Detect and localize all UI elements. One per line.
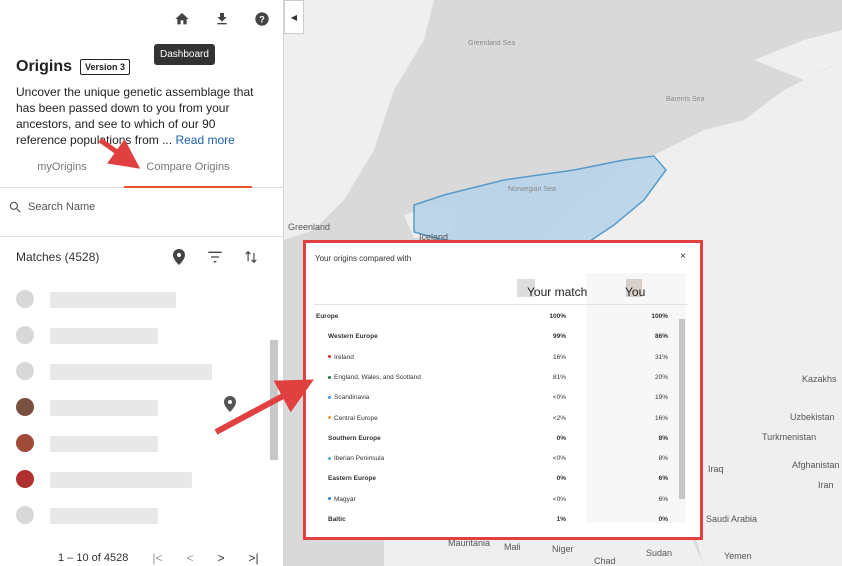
top-toolbar: ? bbox=[171, 8, 273, 30]
avatar bbox=[16, 290, 34, 308]
search-input[interactable]: Search Name bbox=[28, 201, 95, 213]
pagination: 1 – 10 of 4528 |< < > >| bbox=[58, 551, 259, 565]
avatar bbox=[16, 434, 34, 452]
highlight-frame bbox=[303, 240, 703, 540]
list-item[interactable] bbox=[0, 464, 268, 494]
read-more-link[interactable]: Read more bbox=[175, 133, 234, 147]
avatar bbox=[16, 506, 34, 524]
redacted-name bbox=[50, 472, 192, 488]
list-item[interactable] bbox=[0, 392, 268, 422]
map-label-yemen: Yemen bbox=[724, 551, 752, 561]
list-item[interactable] bbox=[0, 320, 268, 350]
search-icon bbox=[9, 201, 21, 213]
map-label-sudan: Sudan bbox=[646, 548, 673, 558]
collapse-sidebar-button[interactable]: ◀ bbox=[284, 0, 304, 34]
avatar bbox=[16, 362, 34, 380]
list-scrollbar[interactable] bbox=[268, 280, 280, 538]
avatar bbox=[16, 470, 34, 488]
map-label-barents-sea: Barents Sea bbox=[666, 96, 705, 103]
prev-page-icon[interactable]: < bbox=[186, 551, 193, 565]
avatar bbox=[16, 398, 34, 416]
tab-bar: myOrigins Compare Origins bbox=[0, 152, 284, 188]
map-label-iran: Iran bbox=[818, 480, 834, 490]
redacted-name bbox=[50, 400, 158, 416]
dashboard-tooltip: Dashboard bbox=[154, 44, 215, 65]
location-pin-icon[interactable] bbox=[224, 396, 236, 417]
match-tools bbox=[170, 248, 260, 266]
page-range: 1 – 10 of 4528 bbox=[58, 552, 129, 564]
title-row: Origins Version 3 bbox=[16, 58, 131, 76]
last-page-icon[interactable]: >| bbox=[249, 551, 259, 565]
map-label-iraq: Iraq bbox=[708, 464, 724, 474]
page-title: Origins bbox=[16, 58, 73, 75]
list-item[interactable] bbox=[0, 284, 268, 314]
map-label-niger: Niger bbox=[552, 544, 574, 554]
matches-count: Matches (4528) bbox=[16, 250, 100, 264]
svg-text:?: ? bbox=[259, 14, 265, 24]
filter-icon[interactable] bbox=[206, 248, 224, 266]
map-label-kazakhstan: Kazakhs bbox=[802, 374, 837, 384]
map-label-norwegian-sea: Norwegian Sea bbox=[508, 186, 556, 193]
map-label-chad: Chad bbox=[594, 556, 616, 566]
redacted-name bbox=[50, 364, 212, 380]
location-pin-icon[interactable] bbox=[170, 248, 188, 266]
tab-compare-origins[interactable]: Compare Origins bbox=[124, 152, 252, 188]
next-page-icon[interactable]: > bbox=[217, 551, 224, 565]
map-label-greenland-sea: Greenland Sea bbox=[468, 40, 516, 47]
map-label-greenland: Greenland bbox=[288, 222, 331, 232]
tab-my-origins[interactable]: myOrigins bbox=[0, 152, 124, 187]
list-item[interactable] bbox=[0, 428, 268, 458]
scrollbar-thumb[interactable] bbox=[270, 340, 278, 460]
map-label-mali: Mali bbox=[504, 542, 521, 552]
help-icon[interactable]: ? bbox=[251, 8, 273, 30]
map-label-afghanistan: Afghanistan bbox=[792, 460, 840, 470]
sort-icon[interactable] bbox=[242, 248, 260, 266]
redacted-name bbox=[50, 508, 158, 524]
first-page-icon[interactable]: |< bbox=[152, 551, 162, 565]
list-item[interactable] bbox=[0, 356, 268, 386]
version-badge: Version 3 bbox=[80, 59, 131, 75]
redacted-name bbox=[50, 436, 158, 452]
map-label-uzbekistan: Uzbekistan bbox=[790, 412, 835, 422]
description: Uncover the unique genetic assemblage th… bbox=[16, 84, 266, 148]
redacted-name bbox=[50, 292, 176, 308]
redacted-name bbox=[50, 328, 158, 344]
download-icon[interactable] bbox=[211, 8, 233, 30]
avatar bbox=[16, 326, 34, 344]
map-label-saudi-arabia: Saudi Arabia bbox=[706, 514, 758, 524]
divider bbox=[0, 236, 284, 237]
search-box[interactable]: Search Name bbox=[8, 200, 95, 214]
list-item[interactable] bbox=[0, 500, 268, 530]
home-icon[interactable] bbox=[171, 8, 193, 30]
map-label-turkmenistan: Turkmenistan bbox=[762, 432, 817, 442]
sidebar: ? Dashboard Origins Version 3 Uncover th… bbox=[0, 0, 284, 566]
